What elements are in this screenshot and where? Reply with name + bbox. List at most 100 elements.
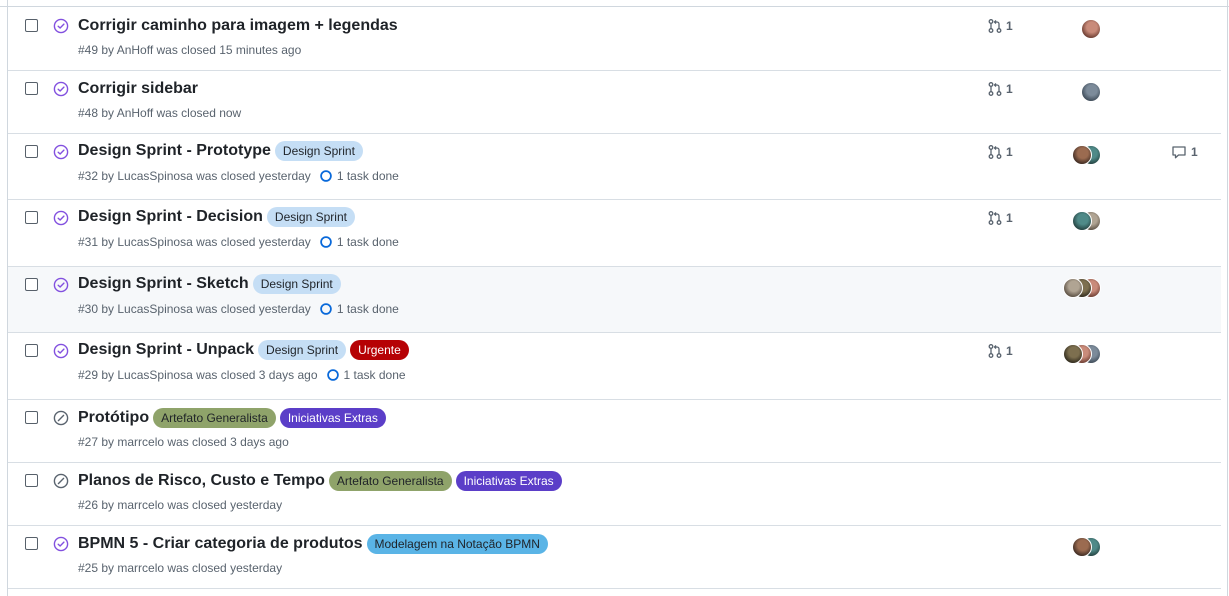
task-progress-text: 1 task done	[336, 235, 399, 249]
check-circle-icon	[53, 210, 69, 226]
issue-row: Planos de Risco, Custo e Tempo Artefato G…	[8, 463, 1221, 526]
issue-meta: #32 by LucasSpinosa was closed yesterday…	[78, 169, 399, 183]
assignee-avatars[interactable]	[1072, 537, 1101, 557]
issue-meta: #30 by LucasSpinosa was closed yesterday…	[78, 302, 399, 316]
avatar	[1081, 82, 1101, 102]
issue-meta: #31 by LucasSpinosa was closed yesterday…	[78, 235, 399, 249]
avatar	[1072, 537, 1092, 557]
issue-meta-text: #29 by LucasSpinosa was closed 3 days ag…	[78, 368, 318, 382]
issue-title-line: Design Sprint - Prototype Design Sprint	[78, 141, 367, 161]
issue-state	[53, 277, 69, 293]
linked-pull-requests[interactable]: 1	[987, 210, 1013, 226]
issue-title-line: Design Sprint - Sketch Design Sprint	[78, 274, 345, 294]
linked-pull-requests[interactable]: 1	[987, 81, 1013, 97]
issue-meta-text: #25 by marrcelo was closed yesterday	[78, 561, 283, 575]
assignee-avatars[interactable]	[1063, 344, 1101, 364]
skip-circle-icon	[53, 473, 69, 489]
pull-request-icon	[988, 19, 1002, 33]
issue-title-link[interactable]: Corrigir sidebar	[78, 79, 198, 99]
issue-title-link[interactable]: BPMN 5 - Criar categoria de produtos	[78, 534, 363, 554]
issue-label[interactable]: Design Sprint	[252, 274, 341, 294]
task-progress[interactable]: 1 task done	[319, 169, 399, 183]
check-circle-icon	[53, 343, 69, 359]
issue-meta: #49 by AnHoff was closed 15 minutes ago	[78, 43, 301, 57]
linked-pr-count: 1	[1006, 19, 1013, 33]
avatar	[1072, 211, 1092, 231]
issue-checkbox[interactable]	[25, 411, 38, 424]
assignee-avatars[interactable]	[1063, 278, 1101, 298]
issue-state	[53, 473, 69, 489]
issue-title-line: Corrigir caminho para imagem + legendas	[78, 16, 402, 36]
issue-label[interactable]: Iniciativas Extras	[279, 408, 386, 428]
task-circle-icon	[326, 369, 339, 381]
linked-pull-requests[interactable]: 1	[987, 18, 1013, 34]
issue-state	[53, 81, 69, 97]
issue-title-line: Design Sprint - Decision Design Sprint	[78, 207, 359, 227]
task-progress-text: 1 task done	[336, 169, 399, 183]
task-progress[interactable]: 1 task done	[326, 368, 406, 382]
issue-checkbox[interactable]	[25, 82, 38, 95]
linked-pr-count: 1	[1006, 344, 1013, 358]
issue-title-line: BPMN 5 - Criar categoria de produtos Mode…	[78, 534, 552, 554]
issue-checkbox[interactable]	[25, 19, 38, 32]
issue-state	[53, 210, 69, 226]
comment-count-text: 1	[1191, 145, 1198, 159]
task-progress[interactable]: 1 task done	[319, 302, 399, 316]
issue-title-link[interactable]: Planos de Risco, Custo e Tempo	[78, 471, 325, 491]
issue-state	[53, 144, 69, 160]
issue-label[interactable]: Modelagem na Notação BPMN	[366, 534, 548, 554]
issue-checkbox[interactable]	[25, 278, 38, 291]
assignee-avatars[interactable]	[1081, 19, 1101, 39]
issue-checkbox[interactable]	[25, 145, 38, 158]
issue-title-line: Corrigir sidebar	[78, 79, 202, 99]
issue-title-link[interactable]: Corrigir caminho para imagem + legendas	[78, 16, 398, 36]
issue-meta-text: #31 by LucasSpinosa was closed yesterday	[78, 235, 311, 249]
issue-row: Protótipo Artefato Generalista Iniciativas…	[8, 400, 1221, 463]
issue-label[interactable]: Design Sprint	[258, 340, 347, 360]
issue-title-link[interactable]: Design Sprint - Unpack	[78, 340, 254, 360]
issue-row: Design Sprint - Sketch Design Sprint #30 b…	[8, 267, 1221, 333]
linked-pull-requests[interactable]: 1	[987, 144, 1013, 160]
issue-meta-text: #26 by marrcelo was closed yesterday	[78, 498, 283, 512]
comment-icon	[1172, 146, 1186, 159]
assignee-avatars[interactable]	[1081, 82, 1101, 102]
issue-meta: #48 by AnHoff was closed now	[78, 106, 241, 120]
issue-label[interactable]: Urgente	[350, 340, 409, 360]
issue-label[interactable]: Iniciativas Extras	[455, 471, 562, 491]
issue-checkbox[interactable]	[25, 211, 38, 224]
issue-label[interactable]: Design Sprint	[266, 207, 355, 227]
task-circle-icon	[320, 170, 332, 182]
pull-request-icon	[988, 82, 1002, 96]
issue-checkbox[interactable]	[25, 537, 38, 550]
assignee-avatars[interactable]	[1072, 211, 1101, 231]
avatar	[1063, 344, 1083, 364]
issue-meta-text: #49 by AnHoff was closed 15 minutes ago	[78, 43, 302, 57]
issue-state	[53, 343, 69, 359]
issue-row: Design Sprint - Decision Design Sprint #31…	[8, 200, 1221, 267]
avatar	[1072, 145, 1092, 165]
linked-pull-requests[interactable]: 1	[987, 343, 1013, 359]
issue-title-link[interactable]: Design Sprint - Prototype	[78, 141, 271, 161]
issue-label[interactable]: Artefato Generalista	[328, 471, 452, 491]
avatar	[1081, 19, 1101, 39]
issue-label[interactable]: Design Sprint	[274, 141, 363, 161]
issue-meta-text: #48 by AnHoff was closed now	[78, 106, 242, 120]
task-progress[interactable]: 1 task done	[319, 235, 399, 249]
issue-title-link[interactable]: Design Sprint - Sketch	[78, 274, 249, 294]
issue-label[interactable]: Artefato Generalista	[153, 408, 276, 428]
issue-title-link[interactable]: Design Sprint - Decision	[78, 207, 263, 227]
issue-row: Corrigir sidebar #48 by AnHoff was closed…	[8, 71, 1221, 134]
assignee-avatars[interactable]	[1072, 145, 1101, 165]
issue-title-link[interactable]: Protótipo	[78, 408, 149, 428]
issue-meta: #25 by marrcelo was closed yesterday	[78, 561, 282, 575]
issue-checkbox[interactable]	[25, 474, 38, 487]
issue-meta-text: #27 by marrcelo was closed 3 days ago	[78, 435, 289, 449]
issue-checkbox[interactable]	[25, 344, 38, 357]
issue-title-line: Protótipo Artefato Generalista Iniciativas…	[78, 408, 390, 428]
issue-meta-text: #32 by LucasSpinosa was closed yesterday	[78, 169, 311, 183]
issue-state	[53, 18, 69, 34]
task-circle-icon	[320, 303, 332, 315]
avatar	[1063, 278, 1083, 298]
linked-pr-count: 1	[1006, 211, 1013, 225]
comment-count[interactable]: 1	[1171, 144, 1198, 160]
